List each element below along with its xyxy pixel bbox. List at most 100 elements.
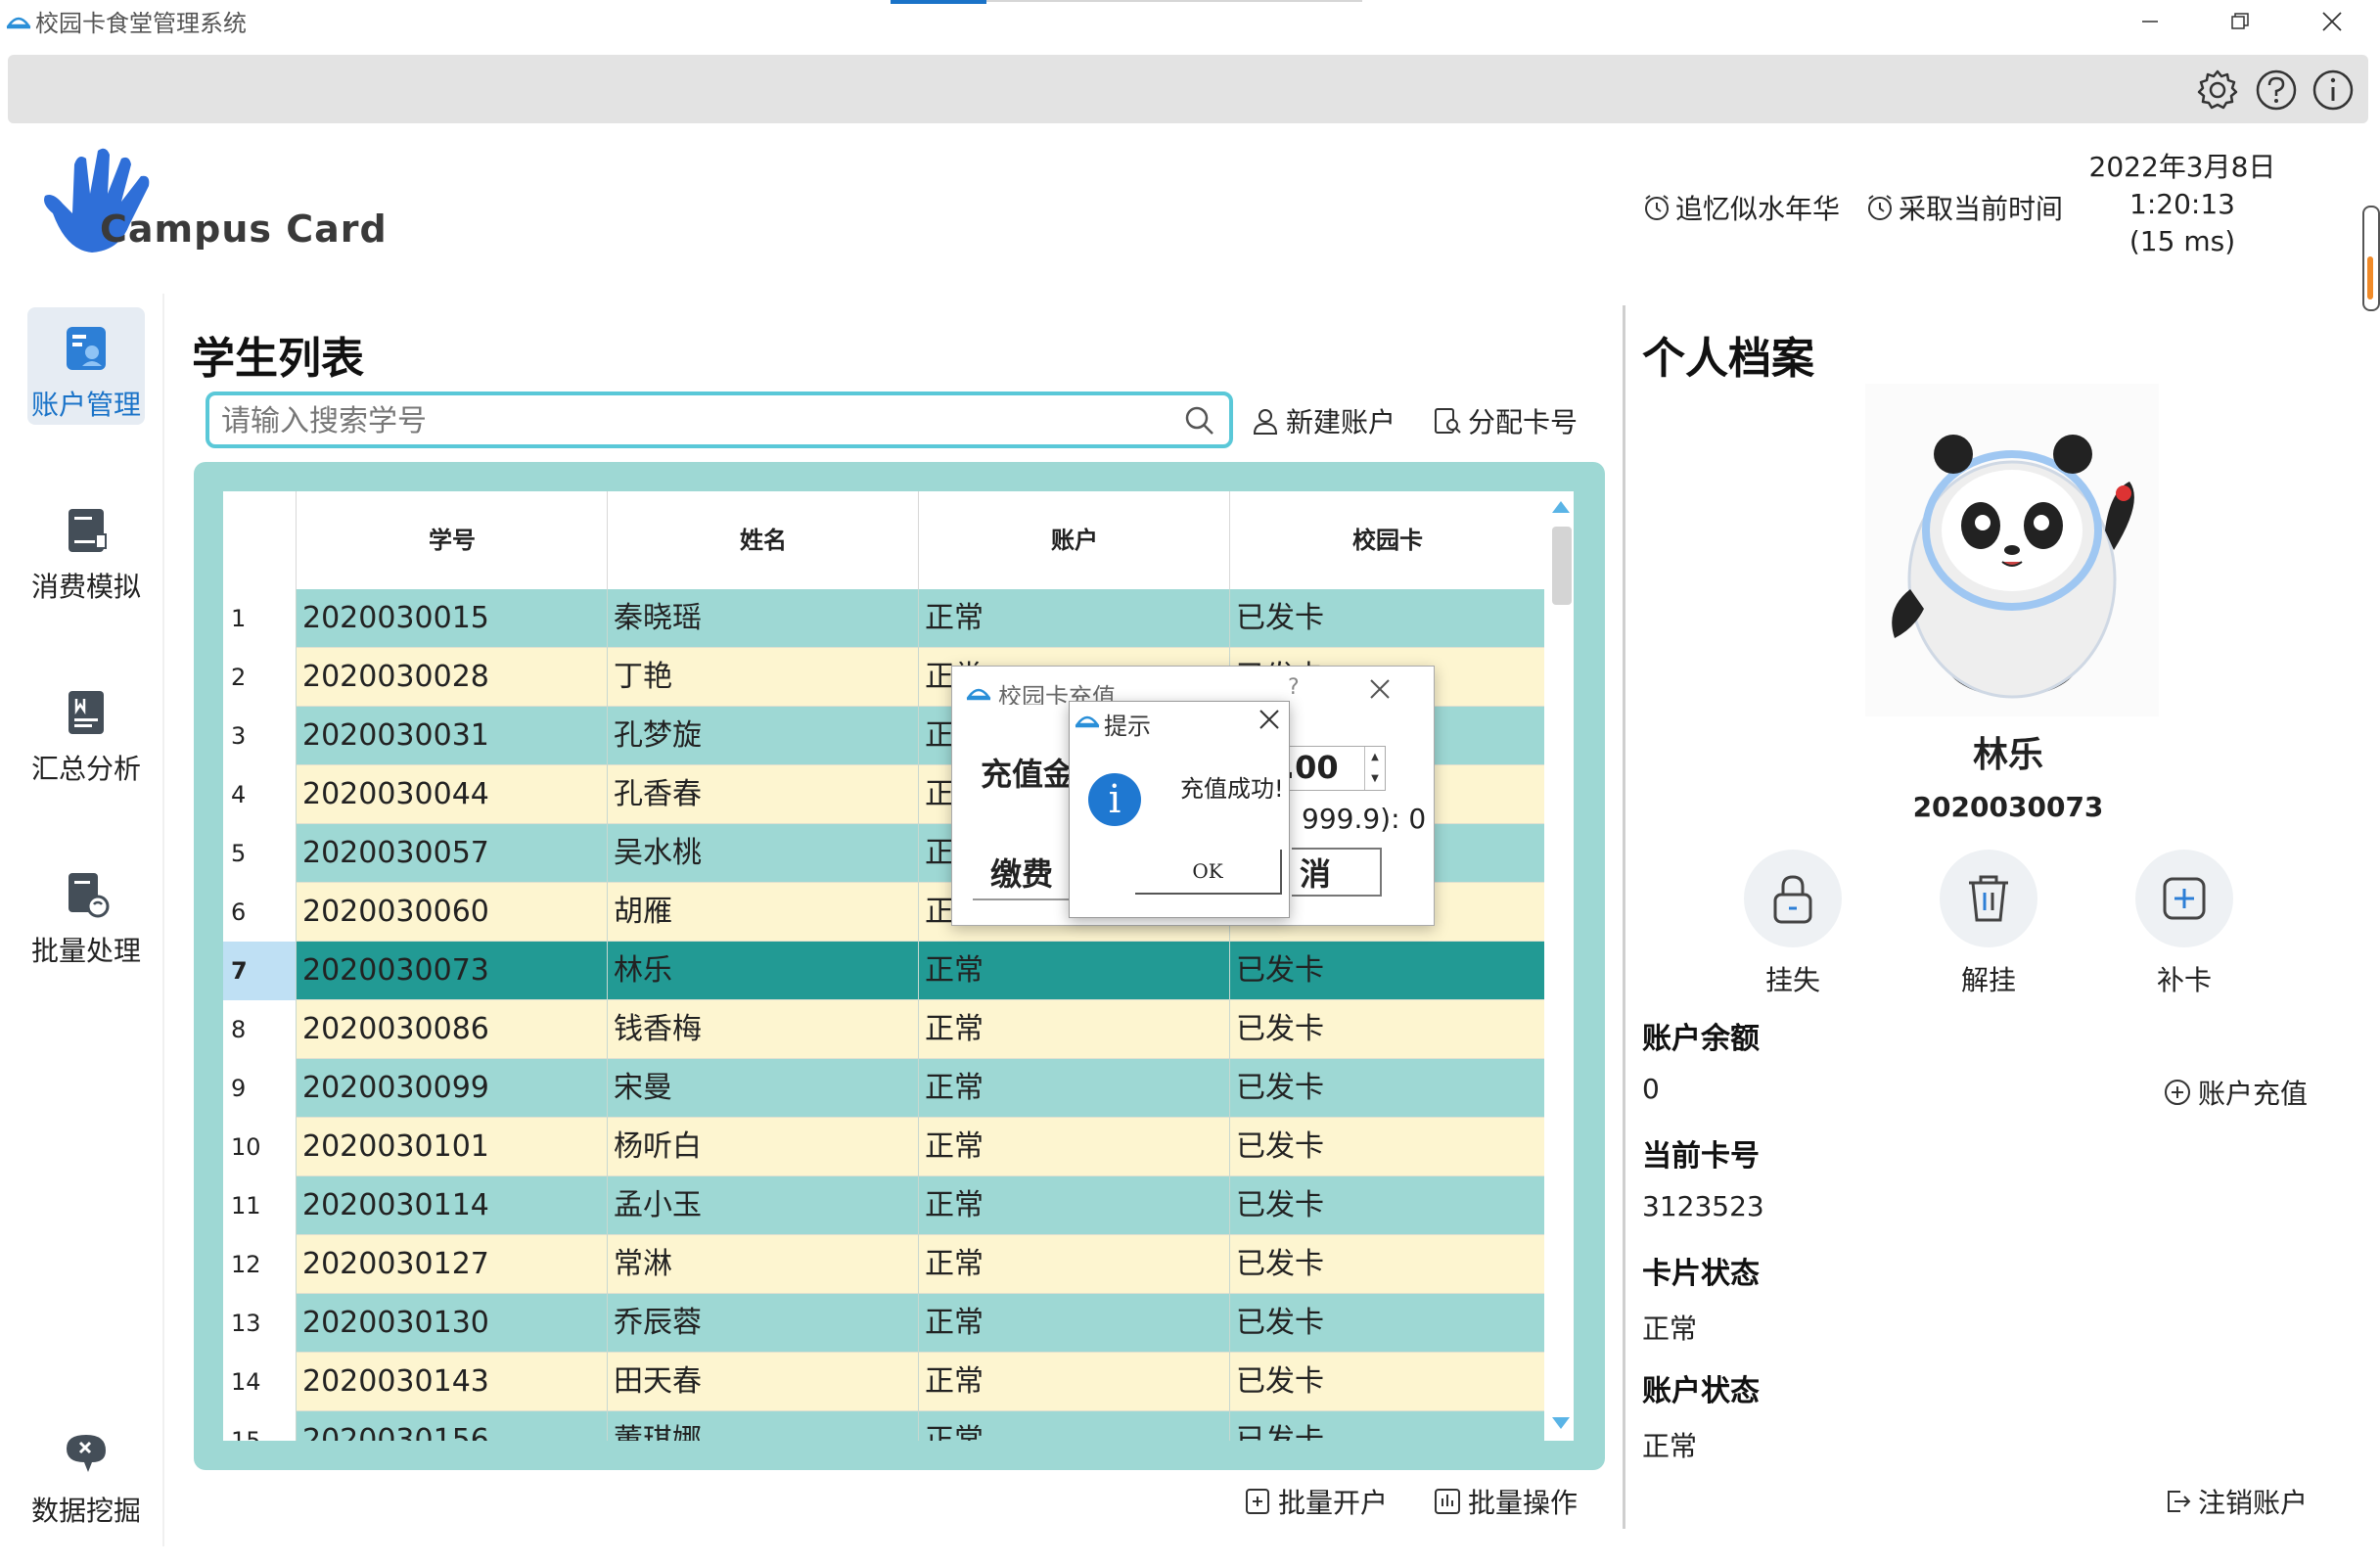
restore-button[interactable] (2204, 0, 2276, 43)
cell-id[interactable]: 2020030028 (296, 648, 607, 707)
scroll-down-icon[interactable] (1550, 1415, 1572, 1433)
search-input[interactable] (219, 401, 1163, 440)
nav-batch-processing[interactable]: 批量处理 (27, 853, 145, 971)
reissue-card-button[interactable]: 补卡 (2126, 850, 2243, 998)
cell-card[interactable]: 已发卡 (1229, 1176, 1544, 1235)
cell-id[interactable]: 2020030031 (296, 707, 607, 765)
cell-card[interactable]: 已发卡 (1229, 1118, 1544, 1176)
cell-card[interactable]: 已发卡 (1229, 589, 1544, 648)
cell-account[interactable]: 正常 (918, 1235, 1229, 1294)
cell-name[interactable]: 宋曼 (607, 1059, 918, 1118)
cell-account[interactable]: 正常 (918, 942, 1229, 1000)
cell-account[interactable]: 正常 (918, 589, 1229, 648)
table-row[interactable]: 1 2020030015 秦晓瑶 正常 已发卡 (223, 589, 1544, 648)
table-row[interactable]: 10 2020030101 杨听白 正常 已发卡 (223, 1118, 1544, 1176)
cell-account[interactable]: 正常 (918, 1176, 1229, 1235)
time-travel-button[interactable]: 追忆似水年华 (1642, 188, 1840, 227)
cell-id[interactable]: 2020030057 (296, 824, 607, 883)
nav-data-mining[interactable]: 数据挖掘 (27, 1413, 145, 1531)
cell-card[interactable]: 已发卡 (1229, 1059, 1544, 1118)
cell-name[interactable]: 田天春 (607, 1353, 918, 1411)
ok-button[interactable]: OK (1135, 850, 1282, 895)
cell-card[interactable]: 已发卡 (1229, 1235, 1544, 1294)
pay-button[interactable]: 缴费 (973, 850, 1071, 900)
table-scrollbar-thumb[interactable] (1552, 527, 1572, 605)
cancel-account-button[interactable]: 注销账户 (2163, 1482, 2308, 1521)
settings-button[interactable] (2192, 65, 2243, 115)
cell-id[interactable]: 2020030101 (296, 1118, 607, 1176)
cell-name[interactable]: 乔辰蓉 (607, 1294, 918, 1353)
cell-card[interactable]: 已发卡 (1229, 1411, 1544, 1441)
cell-name[interactable]: 吴水桃 (607, 824, 918, 883)
page-scrollbar-thumb[interactable] (2367, 256, 2373, 299)
table-scrollbar[interactable] (1546, 491, 1574, 1441)
cell-account[interactable]: 正常 (918, 1294, 1229, 1353)
cell-id[interactable]: 2020030044 (296, 765, 607, 824)
cell-id[interactable]: 2020030060 (296, 883, 607, 942)
cell-name[interactable]: 丁艳 (607, 648, 918, 707)
batch-ops-button[interactable]: 批量操作 (1433, 1482, 1578, 1521)
new-account-button[interactable]: 新建账户 (1251, 401, 1396, 440)
recharge-amount-spinbox[interactable]: .00 ▲ ▼ (1278, 746, 1386, 791)
nav-account-management[interactable]: 账户管理 (27, 307, 145, 425)
cell-name[interactable]: 胡雁 (607, 883, 918, 942)
cell-card[interactable]: 已发卡 (1229, 1000, 1544, 1059)
table-row[interactable]: 7 2020030073 林乐 正常 已发卡 (223, 942, 1544, 1000)
cell-name[interactable]: 钱香梅 (607, 1000, 918, 1059)
cell-name[interactable]: 林乐 (607, 942, 918, 1000)
table-row[interactable]: 9 2020030099 宋曼 正常 已发卡 (223, 1059, 1544, 1118)
cell-id[interactable]: 2020030073 (296, 942, 607, 1000)
cell-name[interactable]: 常淋 (607, 1235, 918, 1294)
cell-name[interactable]: 孔梦旋 (607, 707, 918, 765)
search-box[interactable] (206, 392, 1233, 448)
column-header-name[interactable]: 姓名 (607, 491, 919, 589)
cell-id[interactable]: 2020030015 (296, 589, 607, 648)
column-header-card[interactable]: 校园卡 (1229, 491, 1545, 589)
nav-consumption-sim[interactable]: 消费模拟 (27, 489, 145, 607)
cell-account[interactable]: 正常 (918, 1411, 1229, 1441)
cell-account[interactable]: 正常 (918, 1353, 1229, 1411)
recharge-button[interactable]: 账户充值 (2163, 1073, 2308, 1112)
recharge-dialog-help[interactable]: ? (1288, 675, 1300, 700)
cell-card[interactable]: 已发卡 (1229, 942, 1544, 1000)
cell-account[interactable]: 正常 (918, 1118, 1229, 1176)
cell-name[interactable]: 孔香春 (607, 765, 918, 824)
help-button[interactable] (2251, 65, 2302, 115)
column-header-id[interactable]: 学号 (296, 491, 608, 589)
scroll-up-icon[interactable] (1550, 497, 1572, 515)
close-window-button[interactable] (2296, 0, 2368, 43)
cell-id[interactable]: 2020030127 (296, 1235, 607, 1294)
table-row[interactable]: 14 2020030143 田天春 正常 已发卡 (223, 1353, 1544, 1411)
cell-account[interactable]: 正常 (918, 1059, 1229, 1118)
cell-card[interactable]: 已发卡 (1229, 1353, 1544, 1411)
search-icon[interactable] (1184, 405, 1215, 437)
table-row[interactable]: 15 2020030156 董琪娜 正常 已发卡 (223, 1411, 1544, 1441)
cell-id[interactable]: 2020030156 (296, 1411, 607, 1441)
nav-summary-analysis[interactable]: 汇总分析 (27, 671, 145, 789)
table-row[interactable]: 12 2020030127 常淋 正常 已发卡 (223, 1235, 1544, 1294)
cell-name[interactable]: 杨听白 (607, 1118, 918, 1176)
cell-id[interactable]: 2020030099 (296, 1059, 607, 1118)
cell-name[interactable]: 孟小玉 (607, 1176, 918, 1235)
batch-open-button[interactable]: 批量开户 (1243, 1482, 1388, 1521)
report-loss-button[interactable]: 挂失 (1734, 850, 1852, 998)
cell-id[interactable]: 2020030143 (296, 1353, 607, 1411)
message-box-close-button[interactable] (1259, 709, 1280, 730)
spin-arrows-icon[interactable]: ▲ ▼ (1364, 747, 1385, 790)
info-button[interactable] (2308, 65, 2358, 115)
cell-id[interactable]: 2020030114 (296, 1176, 607, 1235)
column-header-account[interactable]: 账户 (918, 491, 1230, 589)
cell-name[interactable]: 秦晓瑶 (607, 589, 918, 648)
assign-card-button[interactable]: 分配卡号 (1433, 401, 1578, 440)
unfreeze-button[interactable]: 解挂 (1930, 850, 2047, 998)
table-row[interactable]: 8 2020030086 钱香梅 正常 已发卡 (223, 1000, 1544, 1059)
recharge-dialog-close-button[interactable] (1368, 677, 1392, 701)
cell-account[interactable]: 正常 (918, 1000, 1229, 1059)
cell-id[interactable]: 2020030130 (296, 1294, 607, 1353)
minimize-button[interactable] (2114, 0, 2186, 43)
cell-id[interactable]: 2020030086 (296, 1000, 607, 1059)
cell-card[interactable]: 已发卡 (1229, 1294, 1544, 1353)
current-time-button[interactable]: 采取当前时间 (1865, 188, 2063, 227)
recharge-cancel-button[interactable]: 消 (1292, 848, 1382, 897)
cell-name[interactable]: 董琪娜 (607, 1411, 918, 1441)
